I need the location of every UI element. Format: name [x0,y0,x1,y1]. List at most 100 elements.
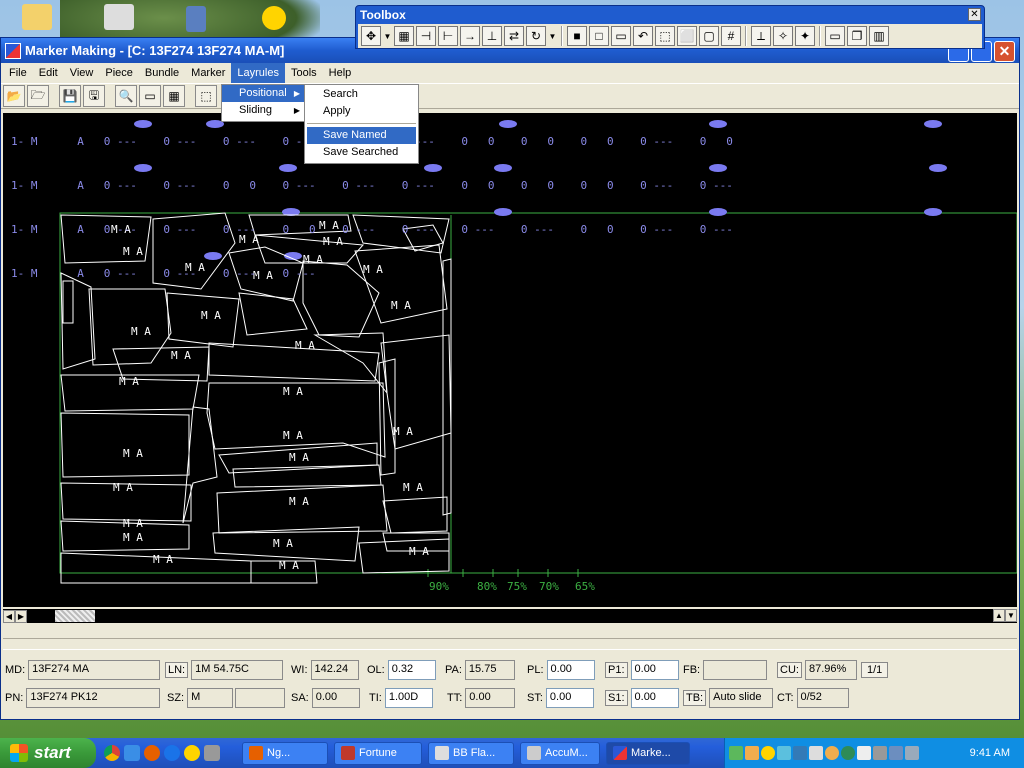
menu-marker[interactable]: Marker [185,63,231,83]
tray-display-icon[interactable] [889,746,903,760]
zoom-rect-icon[interactable]: ▭ [139,85,161,107]
zoom-fit-icon[interactable]: ⬜ [677,26,697,46]
flip-icon[interactable]: ⇄ [504,26,524,46]
rotate-dropdown-icon[interactable]: ▼ [548,26,557,46]
window-cascade-icon[interactable]: ❐ [847,26,867,46]
grid-icon[interactable]: # [721,26,741,46]
start-button[interactable]: start [0,738,96,768]
scroll-thumb[interactable] [55,610,95,622]
tray-volume-icon[interactable] [857,746,871,760]
menu-search[interactable]: Search [305,86,418,103]
toolbox-separator [561,26,563,46]
pn-field: 13F274 PK12 [26,688,161,708]
tb-button[interactable]: TB: [683,690,707,706]
messenger-icon[interactable] [184,745,200,761]
tray-antivirus-icon[interactable] [825,746,839,760]
move-dropdown-icon[interactable]: ▼ [383,26,392,46]
menu-save-searched[interactable]: Save Searched [305,144,418,161]
zoom-piece-icon[interactable]: ▢ [699,26,719,46]
tt-field: 0.00 [465,688,516,708]
ie-icon[interactable] [124,745,140,761]
align-right-icon[interactable]: ⊢ [438,26,458,46]
piece-fill-icon[interactable]: ■ [567,26,587,46]
slide-right-icon[interactable]: → [460,26,480,46]
light-bulb-alt-icon[interactable]: ✦ [795,26,815,46]
window-tile-icon[interactable]: ▥ [869,26,889,46]
menu-save-named[interactable]: Save Named [307,127,416,144]
printer-desktop-icon[interactable] [104,4,134,30]
smiley-desktop-icon[interactable] [262,6,286,30]
menu-positional[interactable]: Positional ▶ [222,85,305,102]
select-area-icon[interactable]: ▦ [394,26,414,46]
s1-button[interactable]: S1: [605,690,628,706]
menu-layrules[interactable]: Layrules [231,63,285,83]
zoom-box-icon[interactable]: ⬚ [655,26,675,46]
task-bb-flash[interactable]: BB Fla... [428,741,514,765]
menu-sliding[interactable]: Sliding ▶ [222,102,305,119]
network-desktop-icon[interactable] [186,6,206,32]
tray-globe-icon[interactable] [841,746,855,760]
app-launcher-icon[interactable] [204,745,220,761]
tray-battery-icon[interactable] [729,746,743,760]
tray-monitor-icon[interactable] [873,746,887,760]
task-marker-making[interactable]: Marke... [606,741,690,765]
tray-network-icon[interactable] [809,746,823,760]
marker-canvas[interactable]: M AM AM AM AM AM AM AM AM AM AM AM AM AM… [3,113,1017,607]
piece-group-icon[interactable]: ▭ [611,26,631,46]
menu-help[interactable]: Help [323,63,358,83]
chrome-icon[interactable] [104,745,120,761]
tray-mail-icon[interactable] [745,746,759,760]
firefox-icon[interactable] [144,745,160,761]
task-accumark[interactable]: AccuM... [520,741,600,765]
pl-field[interactable]: 0.00 [546,660,595,680]
save-as-icon[interactable]: 🖫 [83,85,105,107]
folder-desktop-icon[interactable] [22,4,52,30]
select-icon[interactable]: ⬚ [195,85,217,107]
cu-button[interactable]: CU: [777,662,802,678]
p1-field[interactable]: 0.00 [630,660,679,680]
tray-dropbox-icon[interactable] [793,746,807,760]
open-folder-icon[interactable]: 📂 [3,85,25,107]
window-close-button[interactable]: ✕ [994,41,1015,62]
ol-field[interactable]: 0.32 [387,660,436,680]
menu-piece[interactable]: Piece [99,63,139,83]
tray-messenger-icon[interactable] [761,746,775,760]
page-button[interactable]: 1/1 [861,662,889,678]
horizontal-scrollbar[interactable]: ◀ ▶ ▲ ▼ [3,609,1017,623]
tray-security-icon[interactable] [777,746,791,760]
zoom-all-icon[interactable]: ▦ [163,85,185,107]
scroll-left-icon[interactable]: ◀ [3,609,15,623]
ti-field[interactable]: 1.00D [384,688,433,708]
align-left-icon[interactable]: ⊣ [416,26,436,46]
window-single-icon[interactable]: ▭ [825,26,845,46]
menu-tools[interactable]: Tools [285,63,323,83]
scroll-up-icon[interactable]: ▲ [993,609,1005,622]
menu-file[interactable]: File [3,63,33,83]
app-icon [5,42,21,59]
menu-apply[interactable]: Apply [305,103,418,120]
move-icon[interactable]: ✥ [361,26,381,46]
task-fortune[interactable]: Fortune [334,741,422,765]
tray-update-icon[interactable] [905,746,919,760]
scroll-left-alt-icon[interactable]: ▶ [15,609,27,623]
toolbox-close-button[interactable]: ✕ [968,8,981,21]
zoom-icon[interactable]: 🔍 [115,85,137,107]
save-icon[interactable]: 💾 [59,85,81,107]
light-bulb-icon[interactable]: ✧ [773,26,793,46]
s1-field[interactable]: 0.00 [630,688,679,708]
browser-icon[interactable] [164,745,180,761]
menu-bundle[interactable]: Bundle [139,63,185,83]
undo-place-icon[interactable]: ↶ [633,26,653,46]
menu-edit[interactable]: Edit [33,63,64,83]
p1-button[interactable]: P1: [605,662,628,678]
piece-outline-icon[interactable]: □ [589,26,609,46]
open-recent-icon[interactable]: 🗁 [27,85,49,107]
st-field[interactable]: 0.00 [545,688,594,708]
menu-view[interactable]: View [64,63,100,83]
split-icon[interactable]: ⟂ [751,26,771,46]
scroll-down-icon[interactable]: ▼ [1005,609,1017,622]
ln-button[interactable]: LN: [165,662,189,678]
rotate-icon[interactable]: ↻ [526,26,546,46]
bump-icon[interactable]: ⊥ [482,26,502,46]
task-ng[interactable]: Ng... [242,741,328,765]
